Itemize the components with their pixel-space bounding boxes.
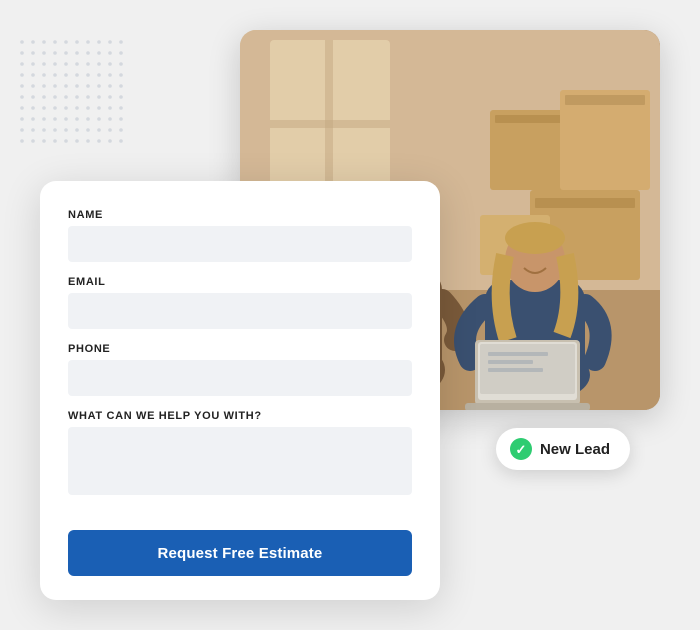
name-label: NAME — [68, 209, 412, 221]
submit-button[interactable]: Request Free Estimate — [68, 530, 412, 576]
dots-decoration — [20, 40, 130, 150]
new-lead-badge: New Lead — [496, 428, 630, 470]
help-label: WHAT CAN WE HELP YOU WITH? — [68, 410, 412, 422]
phone-field-group: PHONE — [68, 343, 412, 396]
help-field-group: WHAT CAN WE HELP YOU WITH? — [68, 410, 412, 500]
name-input[interactable] — [68, 226, 412, 262]
form-card: NAME EMAIL PHONE WHAT CAN WE HELP YOU WI… — [40, 181, 440, 600]
new-lead-text: New Lead — [540, 441, 610, 458]
email-input[interactable] — [68, 293, 412, 329]
email-label: EMAIL — [68, 276, 412, 288]
name-field-group: NAME — [68, 209, 412, 262]
help-textarea[interactable] — [68, 427, 412, 495]
scene-container: NAME EMAIL PHONE WHAT CAN WE HELP YOU WI… — [40, 30, 660, 600]
phone-label: PHONE — [68, 343, 412, 355]
phone-input[interactable] — [68, 360, 412, 396]
checkmark-icon — [510, 438, 532, 460]
email-field-group: EMAIL — [68, 276, 412, 329]
